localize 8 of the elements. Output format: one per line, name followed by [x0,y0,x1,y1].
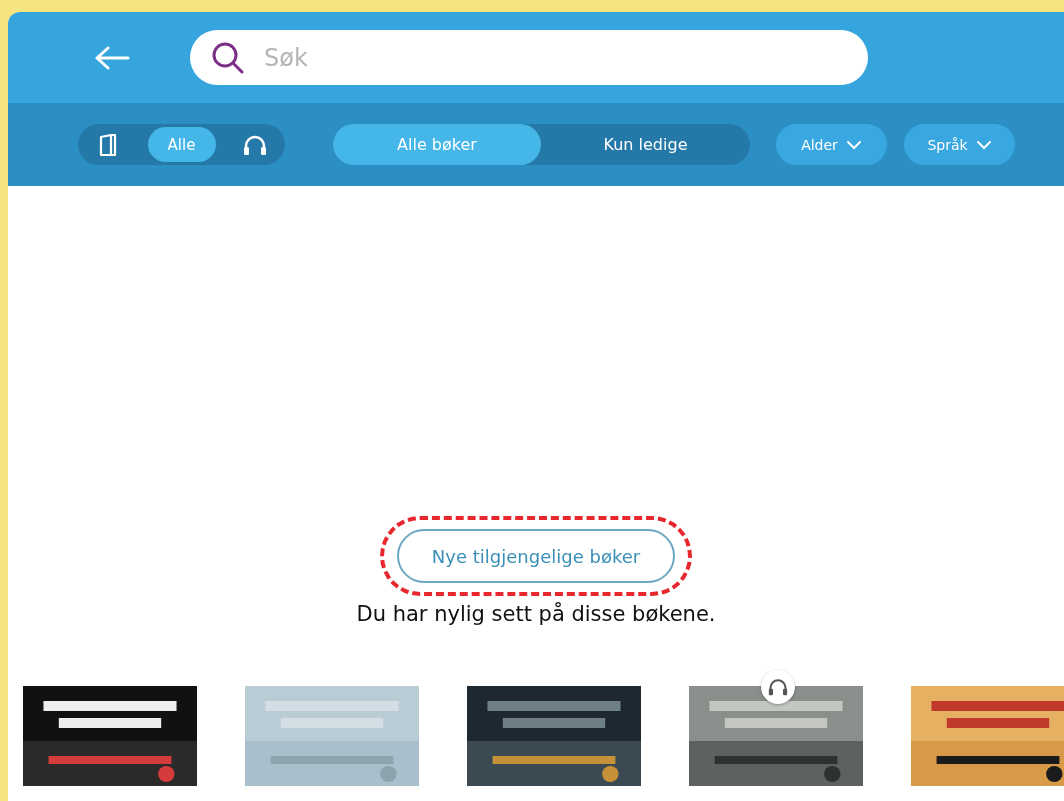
dropdown-button[interactable]: Språk [904,124,1015,165]
recent-heading: Du har nylig sett på disse bøkene. [356,602,716,626]
availability-tab[interactable]: Alle bøker [333,124,541,165]
new-books-button[interactable]: Nye tilgjengelige bøker [397,529,675,583]
availability-tab[interactable]: Kun ledige [541,124,750,165]
dropdown-button[interactable]: Alder [776,124,887,165]
search-field[interactable]: Søk [190,30,868,85]
all-formats-button[interactable]: Alle [147,127,216,162]
